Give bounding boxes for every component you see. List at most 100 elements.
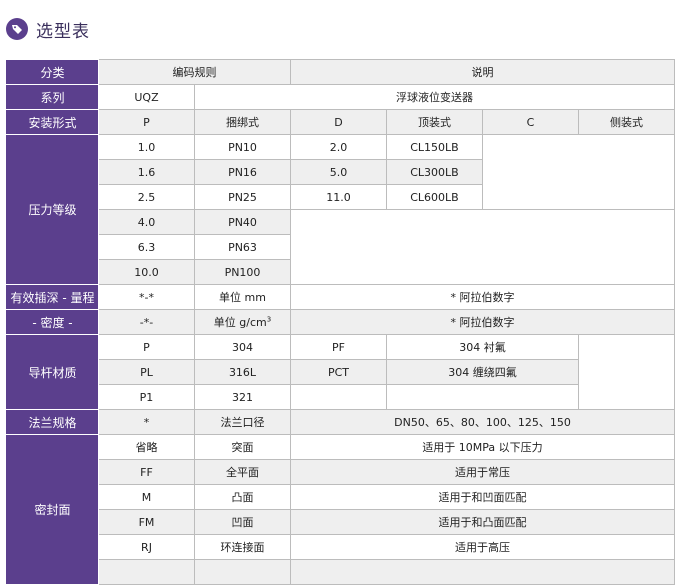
section-header: 选型表 (6, 14, 90, 44)
table-cell: PCT (290, 359, 387, 385)
row-label-rod: 导杆材质 (6, 334, 99, 410)
table-cell: * (98, 409, 195, 435)
row-label-flange: 法兰规格 (6, 409, 99, 435)
table-cell: 凹面 (194, 509, 291, 535)
empty-cell (482, 134, 675, 210)
table-row: 压力等级 1.0 PN10 2.0 CL150LB (6, 134, 675, 285)
table-cell: 单位 mm (194, 284, 291, 310)
table-cell: 顶装式 (386, 109, 483, 135)
table-cell: 304 (194, 334, 291, 360)
table-row: 4.0 PN40 (7, 209, 675, 285)
table-cell: 省略 (98, 434, 195, 460)
empty-cell (290, 384, 387, 410)
row-label-density: - 密度 - (6, 309, 99, 335)
table-cell: 6.3 (98, 234, 195, 260)
row-label-seal: 密封面 (6, 434, 99, 585)
table-cell: *-* (98, 284, 195, 310)
table-cell: P (98, 109, 195, 135)
unit-text: 单位 g/cm (213, 316, 267, 329)
row-label-series: 系列 (6, 84, 99, 110)
table-cell: * 阿拉伯数字 (290, 284, 675, 310)
row-label-category: 分类 (6, 59, 99, 85)
table-cell: 法兰口径 (194, 409, 291, 435)
table-cell: 11.0 (290, 184, 387, 210)
table-cell: 321 (194, 384, 291, 410)
table-cell: PN16 (194, 159, 291, 185)
table-cell: PN10 (194, 134, 291, 160)
table-cell: 5.0 (290, 159, 387, 185)
table-cell: 适用于高压 (290, 534, 675, 560)
table-cell: FF (98, 459, 195, 485)
page-title: 选型表 (36, 21, 90, 42)
table-cell: RJ (98, 534, 195, 560)
table-row: 密封面 省略 突面 适用于 10MPa 以下压力 (6, 434, 675, 585)
table-cell (290, 559, 675, 585)
col-header-code: 编码规则 (98, 59, 291, 85)
table-row: RJ 环连接面 适用于高压 (7, 534, 675, 560)
table-cell: CL150LB (386, 134, 483, 160)
table-row: 导杆材质 P 304 PF 304 衬氟 (6, 334, 675, 410)
table-cell: 侧装式 (578, 109, 675, 135)
table-cell: PL (98, 359, 195, 385)
table-row: 法兰规格 * 法兰口径 DN50、65、80、100、125、150 (6, 409, 675, 435)
table-cell: 2.5 (98, 184, 195, 210)
table-row: FF 全平面 适用于常压 (7, 459, 675, 485)
table-cell: PN100 (194, 259, 291, 285)
table-cell: -*- (98, 309, 195, 335)
table-row: P1 321 (7, 384, 675, 410)
table-row: M 凸面 适用于和凹面匹配 (7, 484, 675, 510)
table-cell: PF (290, 334, 387, 360)
table-cell: CL600LB (386, 184, 483, 210)
row-label-pressure: 压力等级 (6, 134, 99, 285)
table-row (7, 559, 675, 585)
table-cell: 适用于和凸面匹配 (290, 509, 675, 535)
row-label-mounting: 安装形式 (6, 109, 99, 135)
table-cell: 全平面 (194, 459, 291, 485)
table-cell: DN50、65、80、100、125、150 (290, 409, 675, 435)
table-cell: P (98, 334, 195, 360)
series-desc: 浮球液位变送器 (194, 84, 675, 110)
table-cell: 304 缠绕四氟 (386, 359, 579, 385)
table-cell: PN25 (194, 184, 291, 210)
table-cell: 适用于常压 (290, 459, 675, 485)
table-cell (98, 559, 195, 585)
table-row: - 密度 - -*- 单位 g/cm3 * 阿拉伯数字 (6, 309, 675, 335)
series-code: UQZ (98, 84, 195, 110)
unit-superscript: 3 (266, 315, 272, 324)
table-row: 系列 UQZ 浮球液位变送器 (6, 84, 675, 110)
table-row: 分类 编码规则 说明 (6, 59, 675, 85)
table-cell: 1.0 (98, 134, 195, 160)
table-cell: 1.6 (98, 159, 195, 185)
table-cell: P1 (98, 384, 195, 410)
table-row: FM 凹面 适用于和凸面匹配 (7, 509, 675, 535)
table-cell: 适用于和凹面匹配 (290, 484, 675, 510)
table-cell: 316L (194, 359, 291, 385)
table-cell: * 阿拉伯数字 (290, 309, 675, 335)
table-cell: C (482, 109, 579, 135)
tag-icon (6, 18, 28, 40)
table-cell (194, 559, 291, 585)
empty-cell (578, 334, 675, 410)
table-cell: 单位 g/cm3 (194, 309, 291, 335)
table-row: 安装形式 P 捆绑式 D 顶装式 C 侧装式 (6, 109, 675, 135)
table-row: PL 316L PCT 304 缠绕四氟 (7, 359, 675, 385)
table-cell: 4.0 (98, 209, 195, 235)
table-cell: 304 衬氟 (386, 334, 579, 360)
table-cell: D (290, 109, 387, 135)
table-row: 有效插深 - 量程 *-* 单位 mm * 阿拉伯数字 (6, 284, 675, 310)
selection-table: 分类 编码规则 说明 系列 UQZ 浮球液位变送器 安装形式 P 捆绑式 D 顶… (6, 59, 675, 585)
table-cell: 适用于 10MPa 以下压力 (290, 434, 675, 460)
table-cell: 2.0 (290, 134, 387, 160)
empty-cell (290, 209, 675, 285)
table-cell: PN40 (194, 209, 291, 235)
table-cell: 凸面 (194, 484, 291, 510)
table-cell: 环连接面 (194, 534, 291, 560)
table-cell: CL300LB (386, 159, 483, 185)
table-cell: 捆绑式 (194, 109, 291, 135)
table-cell: 突面 (194, 434, 291, 460)
empty-cell (386, 384, 579, 410)
row-label-depth: 有效插深 - 量程 (6, 284, 99, 310)
table-cell: 10.0 (98, 259, 195, 285)
table-cell: PN63 (194, 234, 291, 260)
table-cell: FM (98, 509, 195, 535)
